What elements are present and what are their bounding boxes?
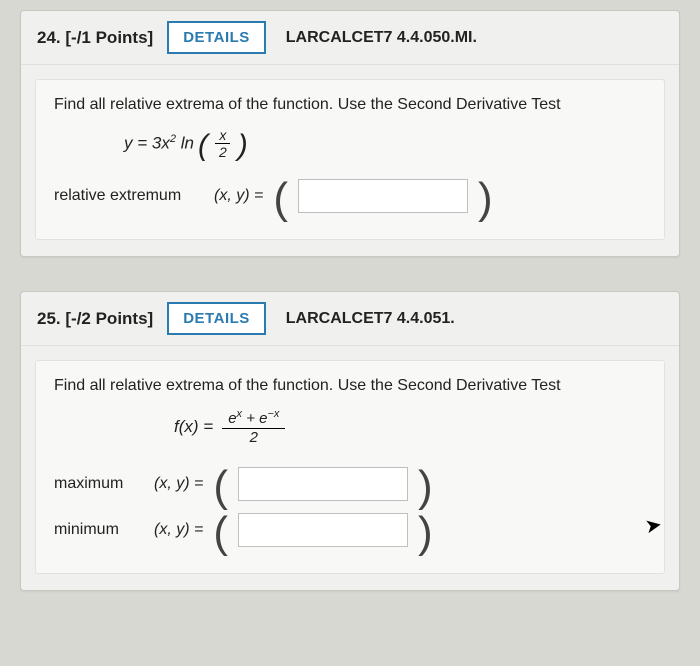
details-button[interactable]: DETAILS [167,302,266,335]
maximum-row: maximum (x, y) = ( ) [54,467,646,501]
minimum-input[interactable] [238,513,408,547]
fraction: x 2 [215,128,231,159]
formula-lhs: y = 3x2 ln [124,133,194,154]
question-24: 24. [-/1 Points] DETAILS LARCALCET7 4.4.… [20,10,680,257]
minimum-row: minimum (x, y) = ( ) [54,513,646,547]
question-number: 25. [-/2 Points] [37,309,153,329]
f-lhs: f(x) = [174,417,213,437]
question-number: 24. [-/1 Points] [37,28,153,48]
details-button[interactable]: DETAILS [167,21,266,54]
fraction-den: 2 [215,144,231,159]
question-prompt: Find all relative extrema of the functio… [54,96,646,114]
fraction-num: x [215,128,230,144]
fraction-den: 2 [246,429,262,445]
question-body: Find all relative extrema of the functio… [35,360,665,574]
num-text: 24. [37,28,61,47]
question-ref: LARCALCET7 4.4.050.MI. [286,29,477,47]
formula-q24: y = 3x2 ln ( x 2 ) [124,128,646,159]
xy-label: (x, y) = [214,187,263,205]
num-text: 25. [37,309,61,328]
minimum-label: minimum [54,521,144,539]
question-prompt: Find all relative extrema of the functio… [54,377,646,395]
question-ref: LARCALCET7 4.4.051. [286,310,455,328]
points-text: [-/1 Points] [65,28,153,47]
question-header: 24. [-/1 Points] DETAILS LARCALCET7 4.4.… [21,11,679,65]
question-25: 25. [-/2 Points] DETAILS LARCALCET7 4.4.… [20,291,680,591]
formula-q25: f(x) = ex + e−x 2 [174,409,646,445]
relative-extremum-row: relative extremum (x, y) = ( ) [54,179,646,213]
points-text: [-/2 Points] [65,309,153,328]
question-body: Find all relative extrema of the functio… [35,79,665,240]
xy-label: (x, y) = [154,521,203,539]
xy-label: (x, y) = [154,475,203,493]
relative-extremum-label: relative extremum [54,187,204,205]
relative-extremum-input[interactable] [298,179,468,213]
maximum-label: maximum [54,475,144,493]
fraction: ex + e−x 2 [222,409,285,445]
question-header: 25. [-/2 Points] DETAILS LARCALCET7 4.4.… [21,292,679,346]
maximum-input[interactable] [238,467,408,501]
fraction-num: ex + e−x [222,409,285,429]
